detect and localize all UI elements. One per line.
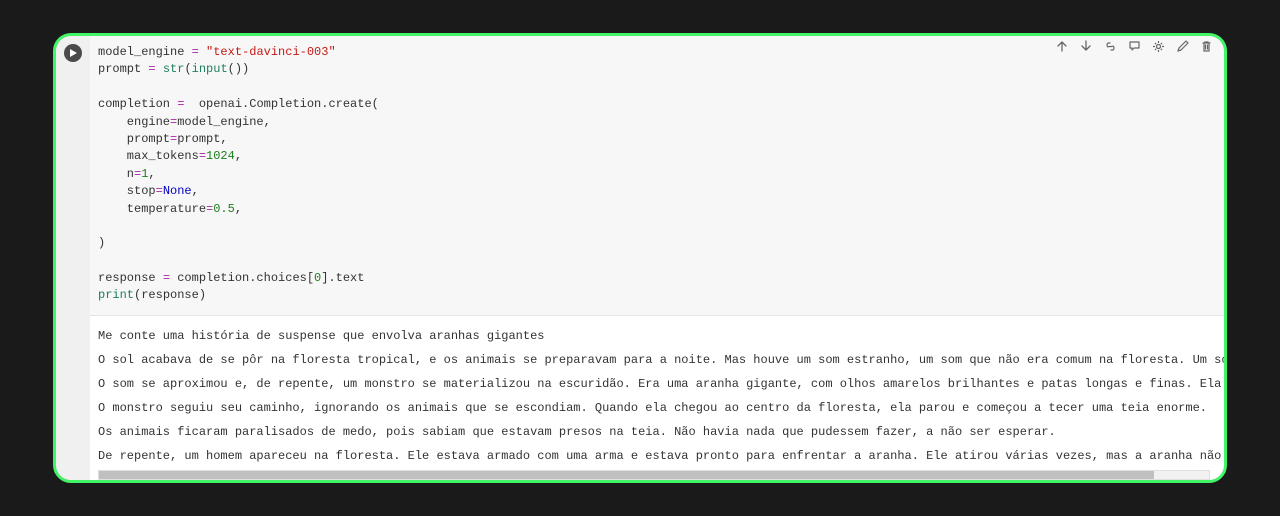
- code-line: completion = openai.Completion.create(: [98, 96, 1216, 113]
- code-line: ): [98, 235, 1216, 252]
- code-token: =: [163, 271, 177, 285]
- code-line: n=1,: [98, 166, 1216, 183]
- code-token: =: [192, 45, 206, 59]
- code-token: ,: [192, 184, 199, 198]
- code-line: temperature=0.5,: [98, 201, 1216, 218]
- run-cell-button[interactable]: [64, 44, 82, 62]
- code-token: max_tokens: [98, 149, 199, 163]
- code-token: =: [199, 149, 206, 163]
- comment-icon[interactable]: [1126, 38, 1142, 54]
- code-token: =: [148, 62, 162, 76]
- code-token: "text-davinci-003": [206, 45, 336, 59]
- code-token: openai.Completion.create(: [199, 97, 379, 111]
- code-token: prompt,: [177, 132, 227, 146]
- output-line: O som se aproximou e, de repente, um mon…: [98, 372, 1216, 396]
- code-token: print: [98, 288, 134, 302]
- cell-toolbar: [1054, 38, 1214, 54]
- link-icon[interactable]: [1102, 38, 1118, 54]
- code-line: engine=model_engine,: [98, 114, 1216, 131]
- code-token: =: [156, 184, 163, 198]
- code-line: stop=None,: [98, 183, 1216, 200]
- code-token: 1024: [206, 149, 235, 163]
- output-line: Me conte uma história de suspense que en…: [98, 324, 1216, 348]
- code-token: ()): [228, 62, 250, 76]
- edit-icon[interactable]: [1174, 38, 1190, 54]
- code-token: engine: [98, 115, 170, 129]
- output-line: De repente, um homem apareceu na florest…: [98, 444, 1216, 468]
- horizontal-scrollbar[interactable]: [98, 470, 1210, 480]
- output-line: O monstro seguiu seu caminho, ignorando …: [98, 396, 1216, 420]
- code-token: prompt: [98, 62, 148, 76]
- cell-content: model_engine = "text-davinci-003"prompt …: [90, 36, 1224, 480]
- code-token: 0.5: [213, 202, 235, 216]
- scrollbar-thumb[interactable]: [99, 471, 1154, 479]
- code-token: ,: [235, 149, 242, 163]
- code-line: [98, 79, 1216, 96]
- code-token: response: [98, 271, 163, 285]
- notebook-cell-frame: model_engine = "text-davinci-003"prompt …: [53, 33, 1227, 483]
- code-line: [98, 218, 1216, 235]
- output-line: Os animais ficaram paralisados de medo, …: [98, 420, 1216, 444]
- output-line: O sol acabava de se pôr na floresta trop…: [98, 348, 1216, 372]
- code-line: max_tokens=1024,: [98, 148, 1216, 165]
- code-token: ,: [148, 167, 155, 181]
- play-icon: [68, 48, 78, 58]
- code-token: stop: [98, 184, 156, 198]
- cell-output: Me conte uma história de suspense que en…: [90, 316, 1224, 480]
- code-token: str: [163, 62, 185, 76]
- arrow-down-icon[interactable]: [1078, 38, 1094, 54]
- code-token: model_engine: [98, 45, 192, 59]
- code-token: temperature: [98, 202, 206, 216]
- code-token: ,: [235, 202, 242, 216]
- code-token: prompt: [98, 132, 170, 146]
- code-token: ): [98, 236, 105, 250]
- delete-icon[interactable]: [1198, 38, 1214, 54]
- code-editor[interactable]: model_engine = "text-davinci-003"prompt …: [90, 36, 1224, 316]
- code-token: input: [192, 62, 228, 76]
- code-token: completion.choices[: [177, 271, 314, 285]
- code-token: (: [184, 62, 191, 76]
- code-token: model_engine,: [177, 115, 271, 129]
- code-line: prompt=prompt,: [98, 131, 1216, 148]
- code-token: (response): [134, 288, 206, 302]
- code-line: response = completion.choices[0].text: [98, 270, 1216, 287]
- code-token: =: [177, 97, 199, 111]
- code-token: None: [163, 184, 192, 198]
- code-line: prompt = str(input()): [98, 61, 1216, 78]
- code-token: completion: [98, 97, 177, 111]
- code-token: ].text: [321, 271, 364, 285]
- code-token: n: [98, 167, 134, 181]
- code-line: print(response): [98, 287, 1216, 304]
- arrow-up-icon[interactable]: [1054, 38, 1070, 54]
- notebook-cell: model_engine = "text-davinci-003"prompt …: [56, 36, 1224, 480]
- code-line: [98, 253, 1216, 270]
- cell-gutter: [56, 36, 90, 480]
- code-line: model_engine = "text-davinci-003": [98, 44, 1216, 61]
- settings-icon[interactable]: [1150, 38, 1166, 54]
